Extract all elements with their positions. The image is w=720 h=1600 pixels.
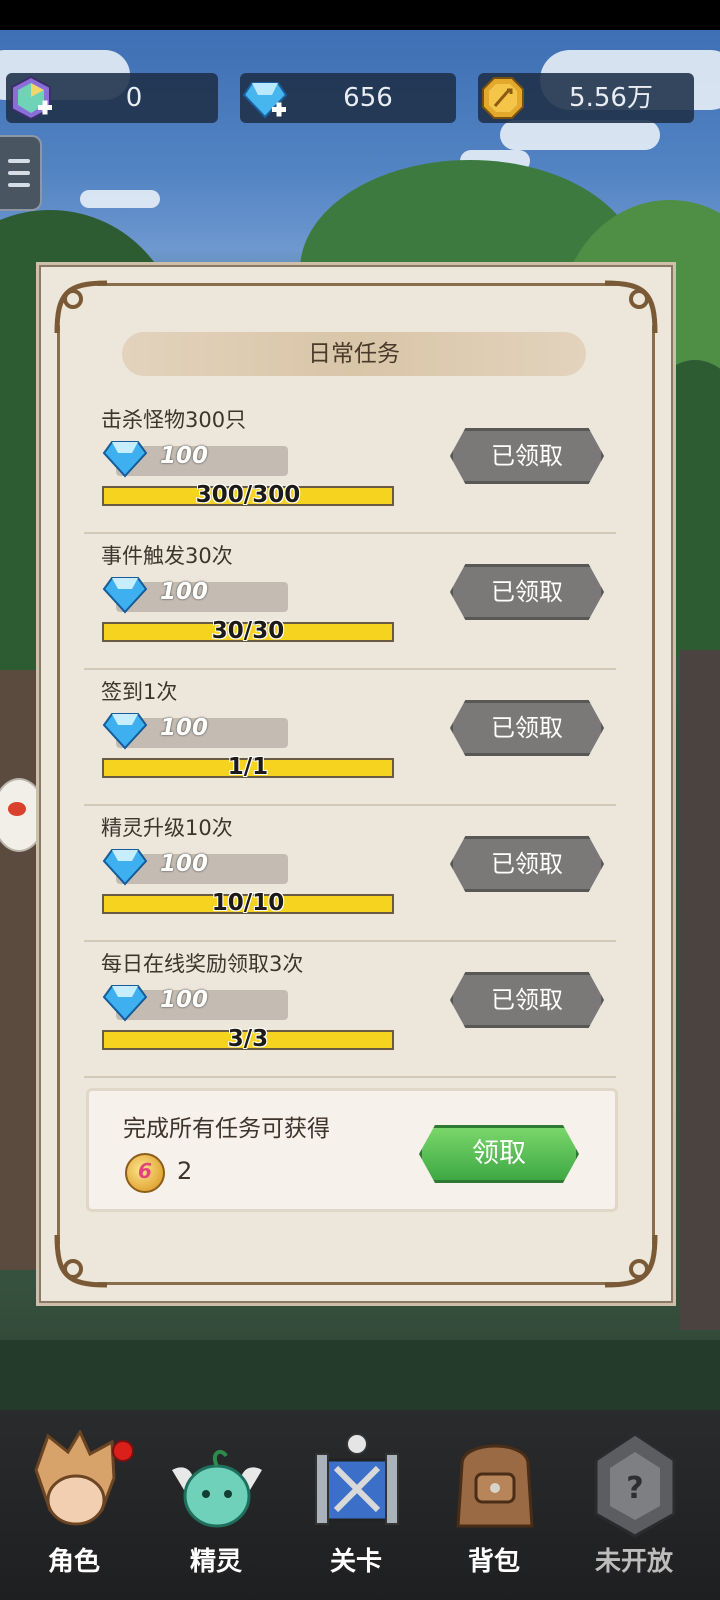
ornament-corner-icon — [54, 1234, 108, 1288]
task-name: 每日在线奖励领取3次 — [101, 952, 304, 976]
task-row: 击杀怪物300只 100 300/300 已领取 — [84, 398, 616, 534]
claimed-button[interactable]: 已领取 — [450, 700, 604, 756]
nav-label: 角色 — [47, 1547, 100, 1577]
nav-item-spirit[interactable]: 精灵 — [156, 1410, 276, 1590]
diamond-plus-icon[interactable] — [242, 75, 288, 121]
all-tasks-bonus: 完成所有任务可获得 2 领取 — [86, 1088, 618, 1212]
claimed-button[interactable]: 已领取 — [450, 564, 604, 620]
bonus-coin-icon — [125, 1153, 165, 1193]
crystal-counter[interactable]: 0 — [6, 73, 218, 123]
panel-title: 日常任务 — [122, 332, 586, 376]
character-icon — [34, 1430, 116, 1526]
diamond-icon — [102, 713, 148, 750]
bottom-nav: 角色 精灵 关卡 背包 ? 未开放 — [0, 1410, 720, 1600]
nav-item-stage[interactable]: 关卡 — [296, 1410, 416, 1590]
claimed-button[interactable]: 已领取 — [450, 428, 604, 484]
task-progress-text: 30/30 — [211, 618, 285, 644]
locked-icon: ? — [594, 1432, 676, 1538]
claimed-button[interactable]: 已领取 — [450, 836, 604, 892]
nav-label: 精灵 — [189, 1547, 242, 1577]
task-progress-bar: 300/300 — [102, 482, 394, 508]
reward-amount: 100 — [160, 443, 209, 469]
task-progress-text: 1/1 — [227, 754, 269, 780]
task-row: 精灵升级10次 100 10/10 已领取 — [84, 806, 616, 942]
ornament-corner-icon — [604, 1234, 658, 1288]
rainbow-crystal-icon[interactable] — [8, 75, 54, 121]
diamond-icon — [102, 577, 148, 614]
nav-label: 关卡 — [329, 1547, 382, 1577]
ornament-corner-icon — [604, 280, 658, 334]
ornament-corner-icon — [54, 280, 108, 334]
task-row: 签到1次 100 1/1 已领取 — [84, 670, 616, 806]
bonus-label: 完成所有任务可获得 — [123, 1116, 330, 1142]
gold-counter: 5.56万 — [478, 73, 694, 123]
task-name: 签到1次 — [101, 680, 178, 704]
task-row: 事件触发30次 100 30/30 已领取 — [84, 534, 616, 670]
claim-button[interactable]: 领取 — [419, 1125, 579, 1183]
diamond-icon — [102, 849, 148, 886]
reward-amount: 100 — [160, 987, 209, 1013]
reward-amount: 100 — [160, 715, 209, 741]
notification-dot — [112, 1440, 134, 1462]
diamond-icon — [102, 985, 148, 1022]
nav-item-backpack[interactable]: 背包 — [434, 1410, 554, 1590]
gold-value: 5.56万 — [569, 83, 653, 113]
task-name: 击杀怪物300只 — [101, 408, 247, 432]
task-progress-text: 10/10 — [211, 890, 285, 916]
task-name: 事件触发30次 — [101, 544, 233, 568]
gold-coin-icon — [482, 77, 524, 119]
crystal-value: 0 — [125, 83, 143, 113]
reward-amount: 100 — [160, 579, 209, 605]
task-row: 每日在线奖励领取3次 100 3/3 已领取 — [84, 942, 616, 1078]
svg-text:?: ? — [626, 1471, 643, 1506]
status-bar — [0, 0, 720, 30]
task-progress-bar: 3/3 — [102, 1026, 394, 1052]
diamond-icon — [102, 441, 148, 478]
nav-item-locked[interactable]: ? 未开放 — [574, 1410, 694, 1590]
side-menu-button[interactable] — [0, 135, 42, 211]
stage-icon — [315, 1433, 399, 1525]
diamond-counter[interactable]: 656 — [240, 73, 456, 123]
nav-label: 背包 — [467, 1547, 520, 1577]
claimed-button[interactable]: 已领取 — [450, 972, 604, 1028]
bonus-count: 2 — [177, 1157, 193, 1185]
diamond-value: 656 — [343, 83, 393, 113]
backpack-icon — [456, 1444, 534, 1528]
task-progress-bar: 1/1 — [102, 754, 394, 780]
task-progress-bar: 10/10 — [102, 890, 394, 916]
task-name: 精灵升级10次 — [101, 816, 233, 840]
reward-amount: 100 — [160, 851, 209, 877]
nav-item-character[interactable]: 角色 — [14, 1410, 134, 1590]
spirit-icon — [172, 1449, 262, 1528]
task-progress-text: 3/3 — [227, 1026, 269, 1052]
nav-label: 未开放 — [594, 1547, 673, 1577]
task-progress-bar: 30/30 — [102, 618, 394, 644]
task-progress-text: 300/300 — [195, 482, 301, 508]
